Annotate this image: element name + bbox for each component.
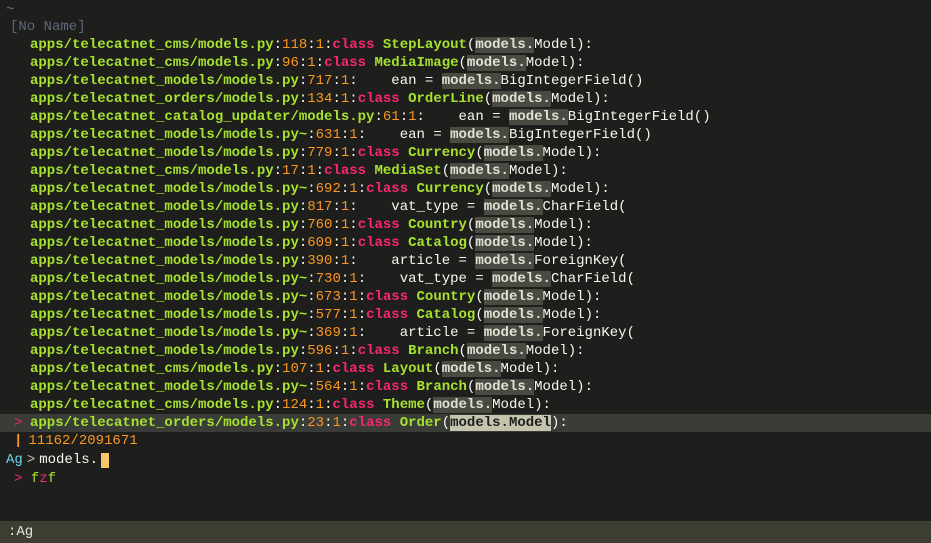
result-row[interactable]: apps/telecatnet_models/models.py~:564:1:… [0,378,931,396]
result-row[interactable]: apps/telecatnet_models/models.py:596:1:c… [0,342,931,360]
gutter [14,198,22,216]
result-row[interactable]: apps/telecatnet_models/models.py:390:1: … [0,252,931,270]
result-content: apps/telecatnet_models/models.py:760:1:c… [30,217,593,233]
result-content: apps/telecatnet_models/models.py:779:1:c… [30,145,601,161]
result-content: apps/telecatnet_cms/models.py:17:1:class… [30,163,568,179]
result-content: apps/telecatnet_models/models.py~:564:1:… [30,379,593,395]
fzf-prompt[interactable]: Ag> models. [0,450,931,470]
result-content: apps/telecatnet_orders/models.py:134:1:c… [30,91,610,107]
gutter [14,396,22,414]
result-row[interactable]: apps/telecatnet_models/models.py:609:1:c… [0,234,931,252]
gutter [14,234,22,252]
gutter [14,288,22,306]
result-content: apps/telecatnet_models/models.py:817:1: … [30,199,627,215]
result-row[interactable]: apps/telecatnet_cms/models.py:17:1:class… [0,162,931,180]
fzf-char: f [31,471,39,487]
result-content: apps/telecatnet_models/models.py:596:1:c… [30,343,585,359]
gutter [14,90,22,108]
result-content: apps/telecatnet_models/models.py:717:1: … [30,73,643,89]
result-row[interactable]: apps/telecatnet_cms/models.py:96:1:class… [0,54,931,72]
vim-tilde: ~ [0,2,931,18]
result-row[interactable]: apps/telecatnet_models/models.py:717:1: … [0,72,931,90]
result-row[interactable]: apps/telecatnet_models/models.py:817:1: … [0,198,931,216]
stats-matches: 11162/2091671 [28,432,137,450]
fzf-char: f [48,471,56,487]
result-row[interactable]: apps/telecatnet_models/models.py:779:1:c… [0,144,931,162]
search-input[interactable]: models. [39,450,98,470]
pointer-icon: > [14,414,22,432]
result-content: apps/telecatnet_catalog_updater/models.p… [30,109,711,125]
gutter [14,360,22,378]
gutter [14,72,22,90]
gutter [14,126,22,144]
result-content: apps/telecatnet_models/models.py:609:1:c… [30,235,593,251]
gutter [14,324,22,342]
result-row[interactable]: apps/telecatnet_models/models.py~:369:1:… [0,324,931,342]
fzf-results-list[interactable]: apps/telecatnet_cms/models.py:118:1:clas… [0,36,931,432]
gutter [14,54,22,72]
result-content: apps/telecatnet_models/models.py~:631:1:… [30,127,652,143]
result-row[interactable]: apps/telecatnet_cms/models.py:124:1:clas… [0,396,931,414]
result-row[interactable]: apps/telecatnet_orders/models.py:134:1:c… [0,90,931,108]
result-row[interactable]: apps/telecatnet_models/models.py~:730:1:… [0,270,931,288]
vim-command-line[interactable]: :Ag [0,521,931,543]
result-content: apps/telecatnet_cms/models.py:96:1:class… [30,55,585,71]
prompt-label: Ag [6,450,23,470]
result-row[interactable]: > apps/telecatnet_orders/models.py:23:1:c… [0,414,931,432]
fzf-match-count: | 11162/2091671 [0,432,931,450]
gutter [14,270,22,288]
result-row[interactable]: apps/telecatnet_models/models.py~:692:1:… [0,180,931,198]
result-content: apps/telecatnet_cms/models.py:124:1:clas… [30,397,551,413]
result-row[interactable]: apps/telecatnet_cms/models.py:118:1:clas… [0,36,931,54]
fzf-secondary-line: > fzf [0,470,931,488]
result-content: apps/telecatnet_orders/models.py:23:1:cl… [30,415,568,431]
fzf-char: z [39,471,47,487]
stats-bar-icon: | [14,432,22,450]
buffer-name: [No Name] [0,18,931,36]
gutter [14,342,22,360]
result-row[interactable]: apps/telecatnet_models/models.py~:577:1:… [0,306,931,324]
result-content: apps/telecatnet_models/models.py~:369:1:… [30,325,635,341]
gutter [14,180,22,198]
result-row[interactable]: apps/telecatnet_models/models.py:760:1:c… [0,216,931,234]
result-row[interactable]: apps/telecatnet_catalog_updater/models.p… [0,108,931,126]
gutter [14,108,22,126]
gutter [14,144,22,162]
result-content: apps/telecatnet_models/models.py~:577:1:… [30,307,601,323]
fzf-gt-icon: > [14,471,22,487]
cursor-icon [101,453,109,468]
result-row[interactable]: apps/telecatnet_models/models.py~:673:1:… [0,288,931,306]
result-row[interactable]: apps/telecatnet_models/models.py~:631:1:… [0,126,931,144]
prompt-gt-icon: > [27,450,35,470]
result-content: apps/telecatnet_models/models.py~:730:1:… [30,271,635,287]
gutter [14,252,22,270]
result-content: apps/telecatnet_models/models.py~:692:1:… [30,181,610,197]
gutter [14,378,22,396]
gutter [14,306,22,324]
result-row[interactable]: apps/telecatnet_cms/models.py:107:1:clas… [0,360,931,378]
result-content: apps/telecatnet_models/models.py:390:1: … [30,253,627,269]
result-content: apps/telecatnet_cms/models.py:107:1:clas… [30,361,559,377]
result-content: apps/telecatnet_models/models.py~:673:1:… [30,289,601,305]
gutter [14,216,22,234]
gutter [14,162,22,180]
result-content: apps/telecatnet_cms/models.py:118:1:clas… [30,37,593,53]
gutter [14,36,22,54]
